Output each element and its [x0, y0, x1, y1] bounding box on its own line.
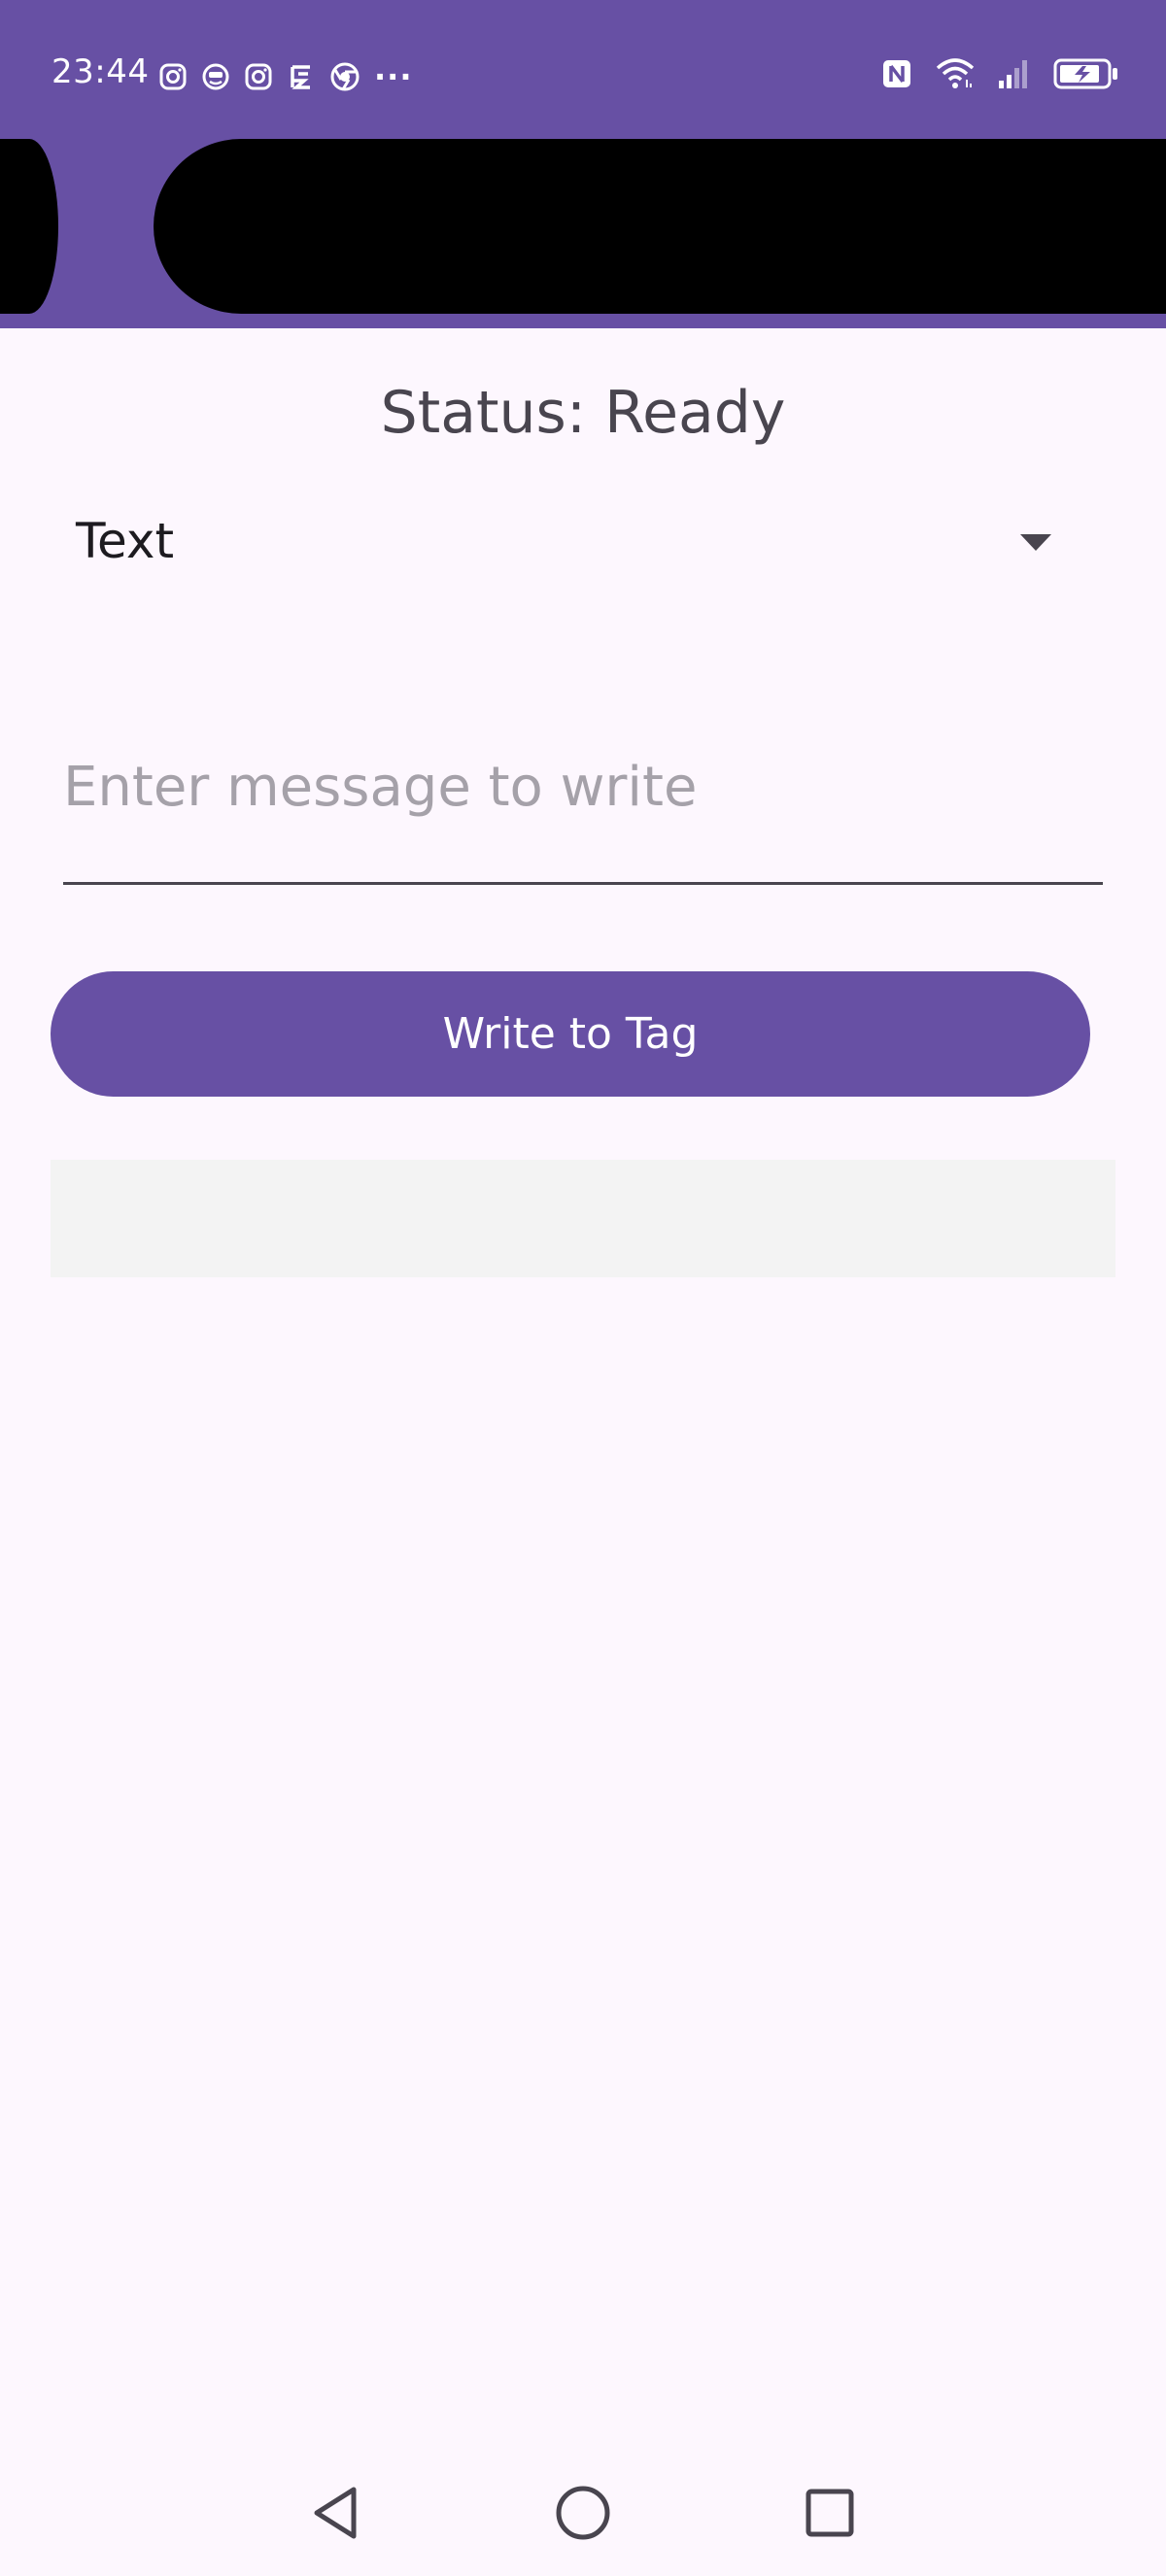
signal-icon	[997, 57, 1032, 90]
instagram-icon	[244, 62, 273, 91]
app-header-banner	[0, 139, 1166, 328]
output-area	[51, 1160, 1115, 1277]
nfc-icon	[880, 57, 913, 90]
recents-icon[interactable]	[801, 2482, 859, 2548]
system-icons	[880, 56, 1119, 91]
more-dots-icon: ···	[374, 58, 413, 95]
home-icon[interactable]	[554, 2482, 612, 2548]
status-text: Status: Ready	[380, 379, 786, 447]
write-to-tag-button[interactable]: Write to Tag	[51, 971, 1090, 1097]
record-type-dropdown[interactable]: Text	[58, 495, 1069, 593]
message-field[interactable]	[63, 719, 1103, 885]
message-input[interactable]	[63, 738, 1103, 835]
back-icon[interactable]	[307, 2482, 365, 2548]
header-image-right	[154, 139, 1166, 314]
chrome-icon	[329, 61, 360, 92]
header-image-left	[0, 139, 58, 314]
wifi-icon	[935, 56, 976, 91]
status-bar: 23:44 ···	[0, 0, 1166, 139]
battery-charging-icon	[1053, 57, 1119, 90]
dropdown-selected-value: Text	[76, 513, 175, 569]
notification-icons: ···	[158, 58, 412, 95]
chevron-down-icon	[1020, 534, 1051, 551]
stock-app-icon	[287, 62, 316, 91]
status-time: 23:44	[51, 52, 150, 91]
app-face-icon	[201, 62, 230, 91]
navigation-bar	[0, 2453, 1166, 2576]
instagram-icon	[158, 62, 188, 91]
